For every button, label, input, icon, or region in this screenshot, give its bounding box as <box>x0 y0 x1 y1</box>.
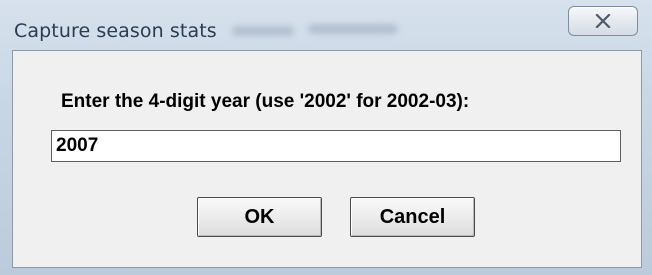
cancel-button[interactable]: Cancel <box>350 197 475 237</box>
dialog-body: Enter the 4-digit year (use '2002' for 2… <box>12 50 642 268</box>
dialog-window: Capture season stats Enter the 4-digit y… <box>0 0 652 275</box>
background-blur <box>232 26 294 36</box>
ok-button[interactable]: OK <box>197 197 322 237</box>
year-prompt-label: Enter the 4-digit year (use '2002' for 2… <box>61 91 470 112</box>
close-x-icon <box>595 14 611 28</box>
window-title: Capture season stats <box>14 20 217 42</box>
background-blur <box>308 24 398 34</box>
year-input[interactable] <box>51 130 621 162</box>
close-button[interactable] <box>568 6 638 36</box>
